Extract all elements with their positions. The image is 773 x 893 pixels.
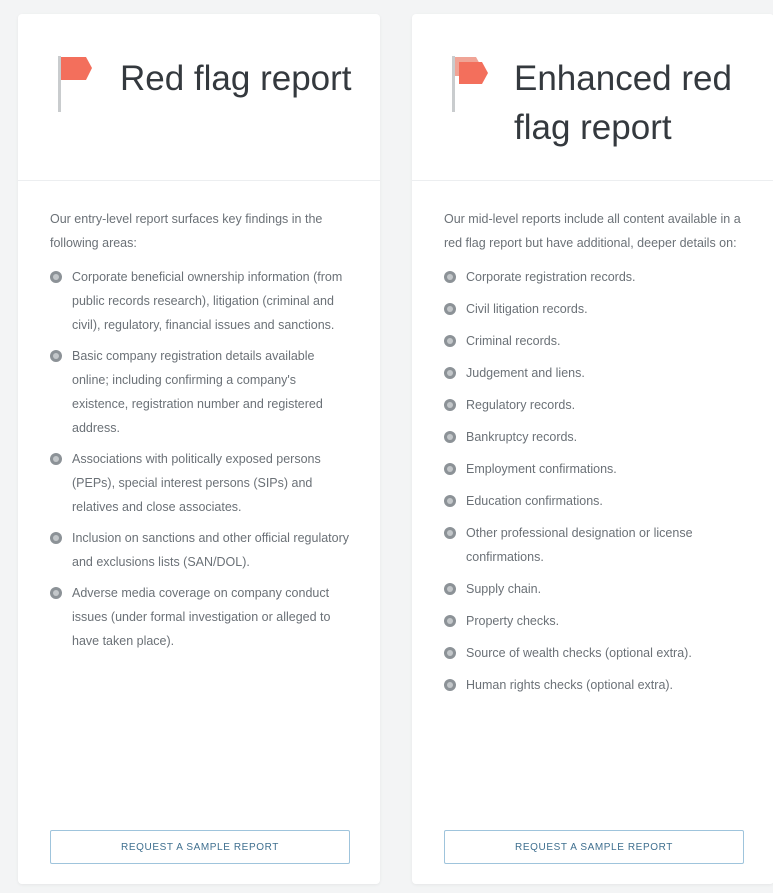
- bullet-icon: [50, 350, 62, 362]
- bullet-icon: [444, 647, 456, 659]
- list-item: Associations with politically exposed pe…: [50, 447, 350, 519]
- list-item: Civil litigation records.: [444, 297, 744, 321]
- bullet-icon: [444, 583, 456, 595]
- list-item: Property checks.: [444, 609, 744, 633]
- red-flag-report-card: Red flag report Our entry-level report s…: [18, 14, 380, 884]
- feature-list: Corporate beneficial ownership informati…: [50, 265, 350, 653]
- bullet-icon: [444, 271, 456, 283]
- list-item: Human rights checks (optional extra).: [444, 673, 744, 697]
- bullet-icon: [444, 399, 456, 411]
- bullet-icon: [50, 453, 62, 465]
- list-item: Corporate registration records.: [444, 265, 744, 289]
- list-item: Education confirmations.: [444, 489, 744, 513]
- list-item: Judgement and liens.: [444, 361, 744, 385]
- request-sample-report-button[interactable]: Request a sample report: [444, 830, 744, 864]
- bullet-icon: [444, 527, 456, 539]
- double-red-flag-icon: [452, 56, 488, 112]
- feature-list: Corporate registration records. Civil li…: [444, 265, 744, 697]
- card-header: Red flag report: [18, 14, 380, 181]
- bullet-icon: [50, 587, 62, 599]
- list-item: Regulatory records.: [444, 393, 744, 417]
- card-intro: Our entry-level report surfaces key find…: [50, 212, 323, 250]
- card-header: Enhanced red flag report: [412, 14, 773, 181]
- enhanced-red-flag-report-card: Enhanced red flag report Our mid-level r…: [412, 14, 773, 884]
- red-flag-icon: [58, 56, 92, 112]
- card-intro: Our mid-level reports include all conten…: [444, 212, 741, 250]
- list-item: Basic company registration details avail…: [50, 344, 350, 440]
- bullet-icon: [444, 431, 456, 443]
- list-item: Corporate beneficial ownership informati…: [50, 265, 350, 337]
- list-item: Inclusion on sanctions and other officia…: [50, 526, 350, 574]
- card-body: Our mid-level reports include all conten…: [412, 181, 773, 697]
- list-item: Criminal records.: [444, 329, 744, 353]
- list-item: Bankruptcy records.: [444, 425, 744, 449]
- bullet-icon: [444, 367, 456, 379]
- bullet-icon: [444, 303, 456, 315]
- list-item: Employment confirmations.: [444, 457, 744, 481]
- page: Red flag report Our entry-level report s…: [0, 0, 773, 893]
- bullet-icon: [444, 463, 456, 475]
- bullet-icon: [444, 615, 456, 627]
- bullet-icon: [50, 532, 62, 544]
- list-item: Source of wealth checks (optional extra)…: [444, 641, 744, 665]
- bullet-icon: [444, 335, 456, 347]
- request-sample-report-button[interactable]: Request a sample report: [50, 830, 350, 864]
- card-body: Our entry-level report surfaces key find…: [18, 181, 380, 653]
- bullet-icon: [444, 679, 456, 691]
- list-item: Other professional designation or licens…: [444, 521, 744, 569]
- list-item: Supply chain.: [444, 577, 744, 601]
- bullet-icon: [50, 271, 62, 283]
- card-title: Red flag report: [120, 59, 352, 98]
- list-item: Adverse media coverage on company conduc…: [50, 581, 350, 653]
- bullet-icon: [444, 495, 456, 507]
- card-title: Enhanced red flag report: [514, 59, 732, 147]
